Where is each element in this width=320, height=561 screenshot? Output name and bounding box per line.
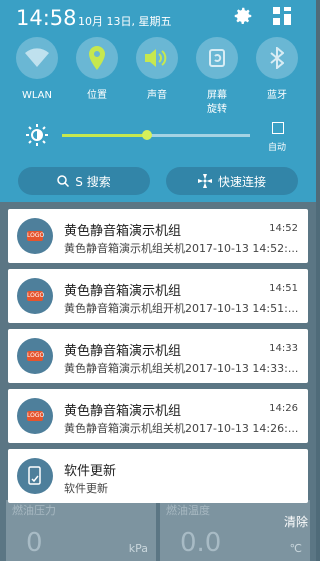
wifi-icon bbox=[16, 37, 58, 79]
app-logo-icon: LOGO bbox=[17, 338, 53, 374]
app-logo-icon: LOGO bbox=[17, 218, 53, 254]
notification-title: 黄色静音箱演示机组 bbox=[64, 284, 182, 299]
fuel-temperature-unit: ℃ bbox=[289, 542, 302, 555]
location-icon bbox=[76, 37, 118, 79]
status-date: 10月 13日, 星期五 bbox=[78, 15, 172, 28]
gear-icon[interactable] bbox=[232, 5, 254, 27]
tile-label: 屏幕 旋转 bbox=[207, 90, 227, 115]
clear-button[interactable]: 清除 bbox=[284, 513, 308, 530]
tile-sound[interactable]: 声音 bbox=[129, 37, 185, 103]
tile-label: 位置 bbox=[87, 90, 107, 101]
fuel-temperature-label: 燃油温度 bbox=[166, 504, 210, 517]
fuel-temperature-value: 0.0 bbox=[180, 528, 222, 558]
fan-icon bbox=[197, 174, 212, 188]
brightness-slider-fill bbox=[62, 134, 147, 137]
grid-edit-icon[interactable] bbox=[272, 6, 292, 26]
tile-bluetooth[interactable]: 蓝牙 bbox=[249, 37, 305, 103]
quick-connect-label: 快速连接 bbox=[217, 174, 266, 189]
notification-body: 软件更新 bbox=[64, 482, 108, 495]
notification-title: 黄色静音箱演示机组 bbox=[64, 224, 182, 239]
s-search-button[interactable]: S 搜索 bbox=[18, 167, 150, 195]
fuel-pressure-unit: kPa bbox=[128, 542, 148, 555]
tile-label: 声音 bbox=[147, 90, 167, 101]
fuel-pressure-panel: 燃油压力 0 kPa bbox=[6, 500, 156, 561]
notification-title: 软件更新 bbox=[64, 464, 117, 479]
notification-card[interactable]: LOGO 黄色静音箱演示机组 14:26 黄色静音箱演示机组关机2017-10-… bbox=[8, 389, 308, 443]
notification-body: 黄色静音箱演示机组关机2017-10-13 14:26:... bbox=[64, 422, 299, 435]
tile-label: WLAN bbox=[21, 90, 52, 101]
tile-location[interactable]: 位置 bbox=[69, 37, 125, 103]
tile-label: 蓝牙 bbox=[267, 90, 287, 101]
app-logo-icon: LOGO bbox=[17, 398, 53, 434]
notification-time: 14:26 bbox=[269, 403, 298, 414]
notification-title: 黄色静音箱演示机组 bbox=[64, 404, 182, 419]
notification-title: 黄色静音箱演示机组 bbox=[64, 344, 182, 359]
notification-card[interactable]: LOGO 黄色静音箱演示机组 14:33 黄色静音箱演示机组关机2017-10-… bbox=[8, 329, 308, 383]
search-icon bbox=[57, 175, 70, 187]
notification-card-software-update[interactable]: 软件更新 软件更新 bbox=[8, 449, 308, 503]
brightness-icon bbox=[26, 124, 48, 146]
quick-connect-button[interactable]: 快速连接 bbox=[166, 167, 298, 195]
sound-icon bbox=[136, 37, 178, 79]
bluetooth-icon bbox=[256, 37, 298, 79]
tile-wlan[interactable]: WLAN bbox=[9, 37, 65, 103]
fuel-temperature-panel: 燃油温度 0.0 ℃ bbox=[160, 500, 310, 561]
notification-body: 黄色静音箱演示机组关机2017-10-13 14:52:... bbox=[64, 242, 299, 255]
fuel-pressure-value: 0 bbox=[26, 528, 43, 558]
fuel-pressure-label: 燃油压力 bbox=[12, 504, 56, 517]
brightness-slider-thumb[interactable] bbox=[141, 130, 152, 140]
quick-settings-panel: 14:58 10月 13日, 星期五 WLAN 位置 声音 屏幕 旋转 蓝牙 自… bbox=[0, 0, 316, 202]
status-time: 14:58 bbox=[16, 6, 77, 30]
auto-brightness-label: 自动 bbox=[268, 143, 287, 153]
notification-card[interactable]: LOGO 黄色静音箱演示机组 14:51 黄色静音箱演示机组开机2017-10-… bbox=[8, 269, 308, 323]
tile-rotate[interactable]: 屏幕 旋转 bbox=[189, 37, 245, 117]
app-logo-icon: LOGO bbox=[17, 278, 53, 314]
notification-time: 14:51 bbox=[269, 283, 298, 294]
software-update-icon bbox=[17, 458, 53, 494]
search-button-label: S 搜索 bbox=[75, 174, 111, 189]
brightness-slider[interactable] bbox=[62, 130, 250, 140]
rotate-icon bbox=[196, 37, 238, 79]
auto-brightness-checkbox[interactable] bbox=[272, 122, 284, 134]
notification-time: 14:33 bbox=[269, 343, 298, 354]
notification-body: 黄色静音箱演示机组关机2017-10-13 14:33:... bbox=[64, 362, 299, 375]
notification-body: 黄色静音箱演示机组开机2017-10-13 14:51:... bbox=[64, 302, 299, 315]
notification-time: 14:52 bbox=[269, 223, 298, 234]
notification-card[interactable]: LOGO 黄色静音箱演示机组 14:52 黄色静音箱演示机组关机2017-10-… bbox=[8, 209, 308, 263]
